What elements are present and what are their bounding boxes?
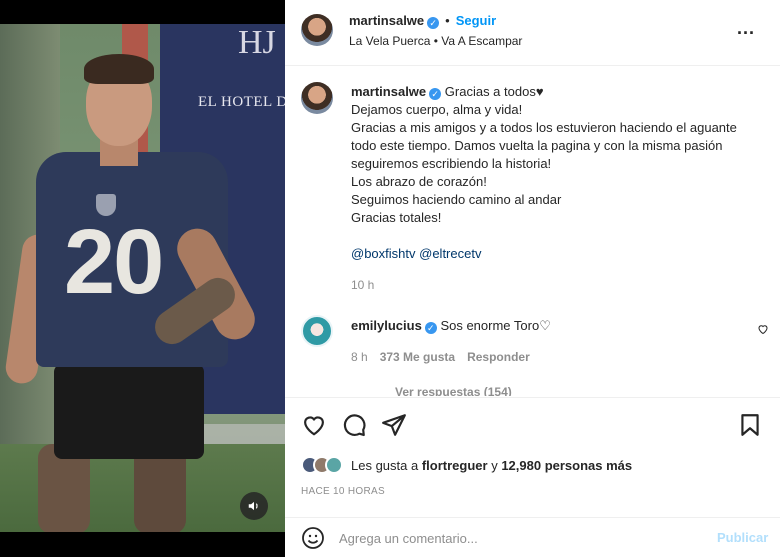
comment-username[interactable]: emilylucius	[351, 318, 422, 333]
header-user-line: martinsalwe ✓ • Seguir	[349, 13, 496, 29]
comment-avatar[interactable]	[301, 315, 333, 347]
caption-username[interactable]: martinsalwe	[351, 84, 426, 99]
caption-line: Seguimos haciendo camino al andar	[351, 192, 562, 207]
likes-text: Les gusta a flortreguer y 12,980 persona…	[351, 458, 632, 473]
caption-text: martinsalwe ✓ Gracias a todos♥ Dejamos cu…	[351, 83, 761, 227]
caption-avatar[interactable]	[301, 82, 333, 114]
emoji-button[interactable]	[301, 526, 325, 550]
more-options-icon[interactable]: ...	[737, 18, 755, 39]
post-modal: HJ EL HOTEL DE FA 20 martinsalwe✓•Segu	[0, 0, 780, 557]
comment-body: Sos enorme Toro♡	[440, 318, 551, 333]
person-shorts	[54, 364, 204, 459]
caption-first-line: martinsalwe ✓ Gracias a todos♥	[351, 83, 761, 101]
mention-link[interactable]: @boxfishtv	[351, 246, 416, 261]
person-hair	[84, 54, 154, 84]
comment-like-icon[interactable]	[757, 323, 769, 338]
verified-badge-icon: ✓	[429, 88, 442, 100]
comment-text: emilylucius ✓ Sos enorme Toro♡	[351, 318, 551, 334]
likes-summary: Les gusta a flortreguer y 12,980 persona…	[301, 454, 632, 476]
caption-line: Gracias a mis amigos y a todos los estuv…	[351, 120, 737, 171]
comment-bubble-icon	[343, 414, 366, 437]
smiley-icon	[302, 527, 324, 549]
save-button[interactable]	[737, 412, 763, 438]
liker-link[interactable]: flortreguer	[422, 458, 488, 473]
caption-area: martinsalwe ✓ Gracias a todos♥ Dejamos cu…	[285, 66, 780, 396]
share-button[interactable]	[381, 412, 407, 438]
likes-prefix: Les gusta a	[351, 457, 419, 473]
publish-button[interactable]: Publicar	[717, 530, 768, 545]
post-photo[interactable]: HJ EL HOTEL DE FA 20	[0, 24, 285, 532]
caption-line: Los abrazo de corazón!	[351, 174, 487, 189]
verified-badge-icon: ✓	[427, 17, 440, 29]
caption-line: Dejamos cuerpo, alma y vida!	[351, 102, 523, 117]
comment-input[interactable]	[339, 527, 699, 549]
separator-dot: •	[445, 13, 450, 28]
paper-plane-icon	[382, 414, 406, 436]
caption-line: Gracias totales!	[351, 210, 442, 225]
details-panel: martinsalwe ✓ • Seguir La Vela Puerca • Va …	[285, 0, 780, 557]
jersey-number: 20	[64, 211, 164, 313]
banner-text: EL HOTEL DE FA	[198, 94, 285, 110]
audio-link[interactable]: La Vela Puerca • Va A Escampar	[349, 34, 522, 48]
caption-greeting: Gracias a todos♥	[444, 84, 544, 99]
heart-icon	[304, 416, 324, 436]
action-bar: Les gusta a flortreguer y 12,980 persona…	[285, 397, 780, 507]
avatar[interactable]	[301, 14, 333, 46]
banner-logo: HJ	[238, 24, 276, 61]
bookmark-icon	[741, 414, 759, 436]
comment-meta: 8 h 373 Me gusta Responder	[351, 350, 530, 364]
likes-count-link[interactable]: 12,980 personas más	[501, 458, 632, 473]
follow-button[interactable]: Seguir	[456, 13, 496, 28]
caption-timestamp: 10 h	[351, 278, 375, 292]
view-replies-link[interactable]: Ver respuestas (154)	[395, 385, 512, 396]
speaker-icon	[248, 501, 258, 511]
comment-likes[interactable]: 373 Me gusta	[380, 350, 455, 364]
username-link[interactable]: martinsalwe	[349, 13, 424, 28]
add-comment-bar: Publicar	[285, 517, 780, 557]
like-button[interactable]	[301, 412, 327, 438]
sound-toggle-button[interactable]	[240, 492, 268, 520]
liker-avatar[interactable]	[325, 456, 343, 474]
likes-conjunction: y	[491, 457, 498, 473]
post-header: martinsalwe ✓ • Seguir La Vela Puerca • Va …	[285, 0, 780, 66]
post-date: HACE 10 HORAS	[301, 486, 385, 497]
caption-mentions: @boxfishtv @eltrecetv	[351, 246, 481, 261]
comment-item: emilylucius ✓ Sos enorme Toro♡ 8 h 373 Me …	[285, 313, 780, 373]
mention-link[interactable]: @eltrecetv	[419, 246, 481, 261]
verified-badge-icon: ✓	[424, 322, 437, 334]
media-panel: HJ EL HOTEL DE FA 20	[0, 0, 285, 557]
heart-outline-icon	[758, 325, 768, 335]
reply-button[interactable]: Responder	[467, 350, 530, 364]
comment-button[interactable]	[341, 412, 367, 438]
comment-time: 8 h	[351, 350, 368, 364]
